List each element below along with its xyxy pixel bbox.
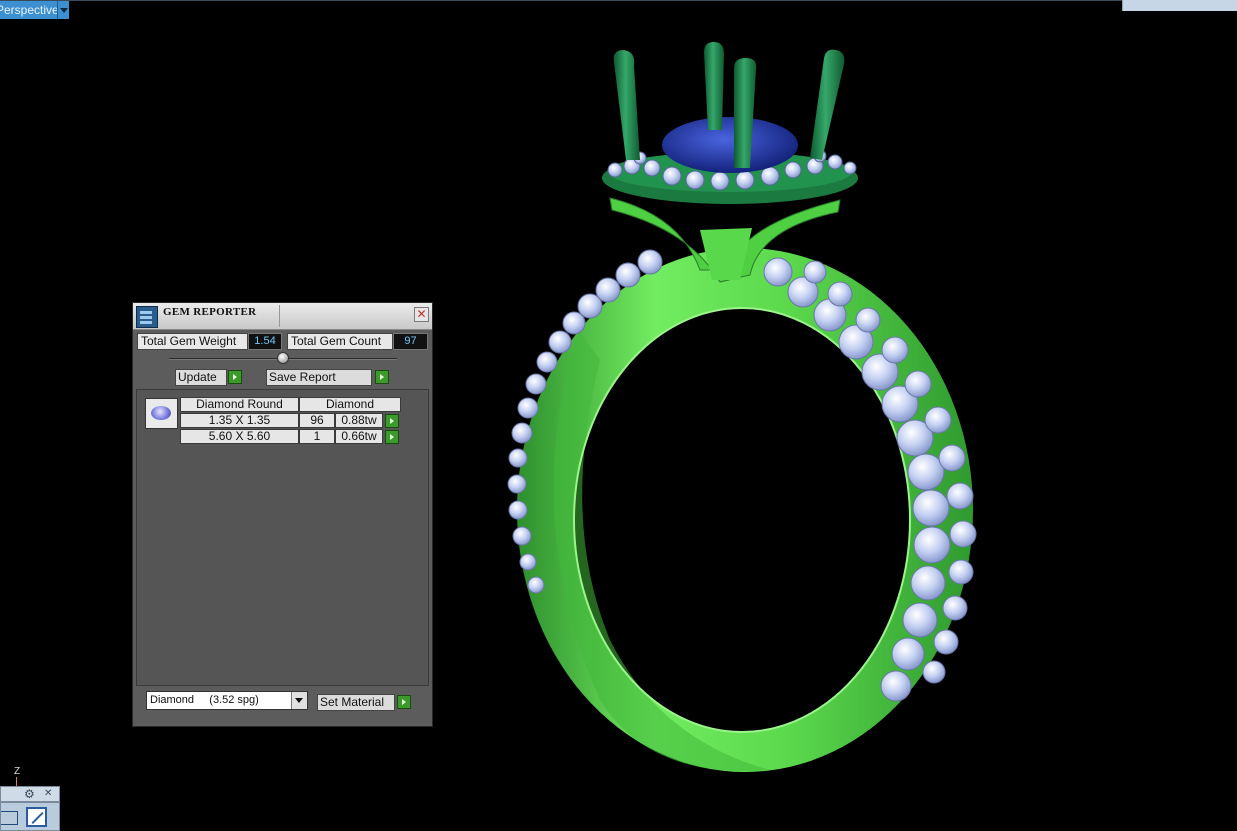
set-material-go-icon[interactable] (397, 695, 411, 709)
close-icon[interactable]: ✕ (44, 787, 52, 801)
axis-z-label: Z (14, 766, 21, 777)
gem-weight-cell: 0.88tw (335, 413, 383, 428)
mini-toolbar (0, 802, 60, 831)
gem-reporter-app-icon (136, 306, 158, 328)
row-go-icon[interactable] (385, 414, 399, 428)
3d-viewport[interactable]: Perspective GEM REPORTER ✕ Total Gem Wei… (0, 0, 1237, 831)
update-go-icon[interactable] (228, 370, 242, 384)
set-material-button[interactable]: Set Material (317, 694, 395, 711)
close-icon[interactable]: ✕ (414, 307, 429, 322)
gem-shape-header: Diamond Round (180, 397, 299, 412)
gem-list: Diamond Round Diamond 1.35 X 1.35 96 0.8… (136, 389, 429, 686)
center-sapphire (662, 117, 798, 173)
gem-size-cell: 1.35 X 1.35 (180, 413, 299, 428)
total-gem-count-value: 97 (393, 333, 428, 350)
gear-icon[interactable]: ⚙ (24, 787, 35, 801)
material-select[interactable]: Diamond (3.52 spg) (146, 691, 308, 710)
gem-count-cell: 1 (299, 429, 335, 444)
gem-reporter-title: GEM REPORTER (163, 306, 257, 318)
total-gem-weight-label: Total Gem Weight (137, 333, 248, 350)
save-report-button[interactable]: Save Report (266, 369, 372, 386)
panel-splitter-handle[interactable] (277, 352, 289, 364)
gem-weight-cell: 0.66tw (335, 429, 383, 444)
titlebar-divider (279, 305, 280, 327)
total-gem-weight-value: 1.54 (248, 333, 282, 350)
save-report-go-icon[interactable] (375, 370, 389, 384)
chevron-down-icon[interactable] (291, 692, 307, 709)
gem-reporter-titlebar[interactable]: GEM REPORTER ✕ (133, 303, 432, 330)
gem-reporter-panel: GEM REPORTER ✕ Total Gem Weight 1.54 Tot… (132, 302, 433, 727)
gem-material-header: Diamond (299, 397, 401, 412)
gem-size-cell: 5.60 X 5.60 (180, 429, 299, 444)
viewport-tool-icon[interactable] (1, 811, 18, 825)
round-gem-icon (145, 398, 178, 429)
total-gem-count-label: Total Gem Count (287, 333, 393, 350)
mini-toolbar-header: ⚙ ✕ (0, 786, 60, 802)
scale-tool-icon[interactable] (26, 807, 47, 827)
material-select-value: Diamond (3.52 spg) (150, 694, 259, 706)
gem-count-cell: 96 (299, 413, 335, 428)
row-go-icon[interactable] (385, 430, 399, 444)
update-button[interactable]: Update (175, 369, 227, 386)
